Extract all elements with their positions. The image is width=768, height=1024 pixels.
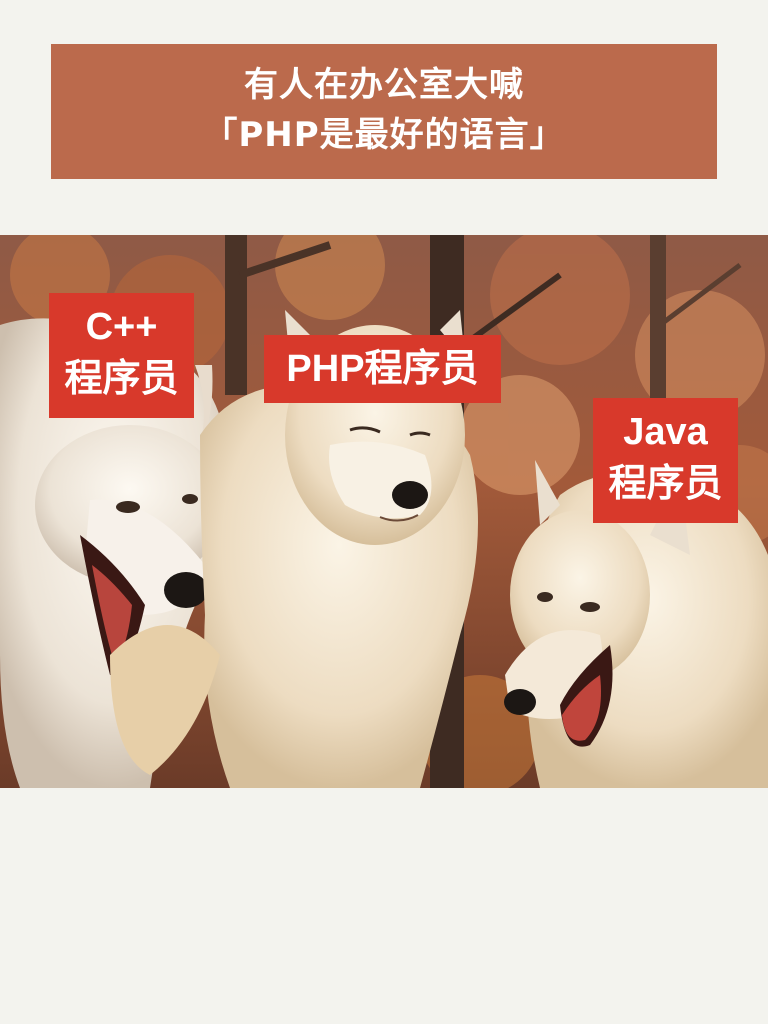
cpp-programmer-label: C++ 程序员 (49, 293, 194, 418)
cpp-label-line-2: 程序员 (64, 358, 179, 400)
cpp-label-line-1: C++ (85, 306, 158, 348)
title-line-2: 「PHP是最好的语言」 (203, 115, 565, 155)
php-programmer-label: PHP程序员 (264, 335, 501, 403)
java-label-line-2: 程序员 (608, 463, 723, 505)
java-programmer-label: Java 程序员 (593, 398, 738, 523)
java-label-line-1: Java (623, 411, 708, 453)
title-banner: 有人在办公室大喊 「PHP是最好的语言」 (51, 44, 717, 179)
php-label-text: PHP程序员 (286, 348, 479, 390)
title-line-1: 有人在办公室大喊 (244, 65, 524, 105)
